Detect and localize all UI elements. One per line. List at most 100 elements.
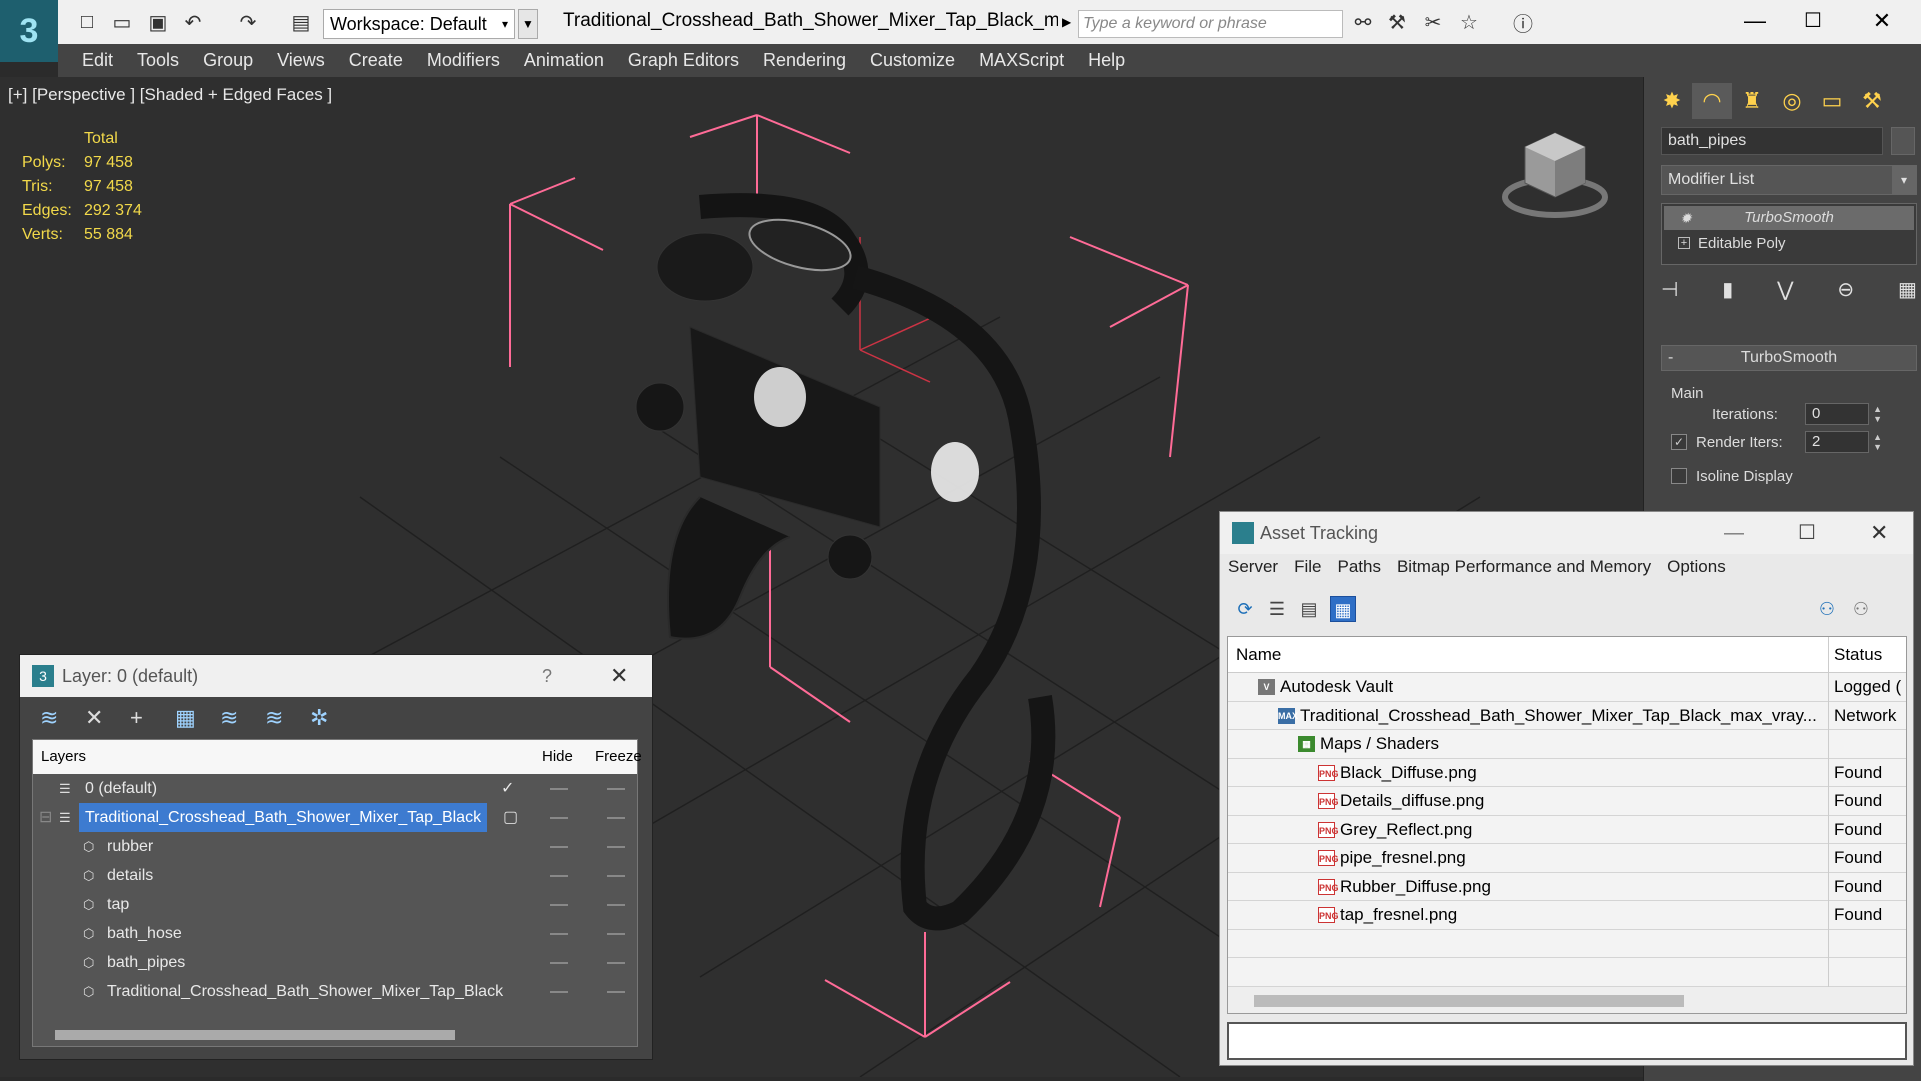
- menu-create[interactable]: Create: [349, 50, 403, 71]
- undo-icon[interactable]: ↶: [180, 10, 206, 34]
- display-tab-icon[interactable]: ▭: [1812, 83, 1852, 119]
- menu-file[interactable]: File: [1294, 557, 1321, 577]
- menu-paths[interactable]: Paths: [1337, 557, 1380, 577]
- viewcube-icon[interactable]: [1500, 125, 1610, 225]
- render-iters-checkbox[interactable]: ✓: [1671, 434, 1687, 450]
- horizontal-scrollbar[interactable]: [33, 1024, 637, 1046]
- freeze-toggle-icon[interactable]: [607, 904, 625, 906]
- asset-dialog-maximize-button[interactable]: ☐: [1798, 512, 1816, 554]
- freeze-toggle-icon[interactable]: [607, 817, 625, 819]
- freeze-toggle-icon[interactable]: [607, 962, 625, 964]
- window-close-button[interactable]: ✕: [1862, 4, 1902, 38]
- layer-row[interactable]: ☰ 0 (default) ✓: [33, 774, 637, 803]
- hierarchy-tab-icon[interactable]: ♜: [1732, 83, 1772, 119]
- expand-plus-icon[interactable]: +: [1678, 237, 1690, 249]
- asset-row[interactable]: V Autodesk Vault Logged (: [1228, 673, 1906, 702]
- vault-login-icon[interactable]: ⚇: [1814, 596, 1840, 622]
- redo-icon[interactable]: ↷: [235, 10, 261, 34]
- hide-toggle-icon[interactable]: [550, 788, 568, 790]
- object-color-swatch[interactable]: [1891, 127, 1915, 155]
- window-minimize-button[interactable]: —: [1735, 4, 1775, 38]
- active-layer-check-icon[interactable]: ✓: [501, 774, 514, 803]
- make-unique-icon[interactable]: ⋁: [1777, 277, 1793, 307]
- stack-item-turbosmooth[interactable]: ✹ TurboSmooth: [1664, 206, 1914, 230]
- freeze-all-layers-icon[interactable]: ✲: [310, 705, 355, 731]
- layer-row[interactable]: ⬡ bath_hose: [33, 919, 637, 948]
- isoline-display-checkbox[interactable]: [1671, 468, 1687, 484]
- iterations-spinner[interactable]: 0 ▲ ▼: [1805, 403, 1882, 425]
- spinner-arrows-icon[interactable]: ▲ ▼: [1873, 432, 1882, 452]
- modifier-list-dropdown[interactable]: Modifier List ▾: [1661, 165, 1917, 195]
- layer-row[interactable]: ⬡ details: [33, 861, 637, 890]
- turbosmooth-rollout-header[interactable]: - TurboSmooth: [1661, 345, 1917, 371]
- menu-modifiers[interactable]: Modifiers: [427, 50, 500, 71]
- menu-views[interactable]: Views: [277, 50, 325, 71]
- help-button[interactable]: ?: [542, 655, 552, 697]
- asset-dialog-title-bar[interactable]: Asset Tracking — ☐ ✕: [1220, 512, 1913, 554]
- layer-row[interactable]: ⊟ ☰ Traditional_Crosshead_Bath_Shower_Mixe…: [33, 803, 637, 832]
- asset-row[interactable]: PNG Details_diffuse.png Found: [1228, 787, 1906, 816]
- column-header-layers[interactable]: Layers: [41, 740, 86, 774]
- save-file-icon[interactable]: ▣: [145, 10, 171, 34]
- freeze-toggle-icon[interactable]: [607, 875, 625, 877]
- create-layer-icon[interactable]: ≋: [40, 705, 85, 731]
- layer-row[interactable]: ⬡ Traditional_Crosshead_Bath_Shower_Mixer…: [33, 977, 637, 1006]
- tools-icon[interactable]: ⚒: [1384, 10, 1410, 34]
- chevron-right-icon[interactable]: ▶: [1062, 10, 1074, 34]
- menu-edit[interactable]: Edit: [82, 50, 113, 71]
- menu-graph-editors[interactable]: Graph Editors: [628, 50, 739, 71]
- menu-help[interactable]: Help: [1088, 50, 1125, 71]
- window-maximize-button[interactable]: ☐: [1793, 4, 1833, 38]
- hide-toggle-icon[interactable]: [550, 875, 568, 877]
- freeze-toggle-icon[interactable]: [607, 933, 625, 935]
- help-icon[interactable]: ⓘ: [1510, 10, 1536, 36]
- asset-row[interactable]: PNG tap_fresnel.png Found: [1228, 901, 1906, 930]
- freeze-toggle-icon[interactable]: [607, 846, 625, 848]
- refresh-icon[interactable]: ⟳: [1232, 596, 1258, 622]
- hide-toggle-icon[interactable]: [550, 817, 568, 819]
- asset-row[interactable]: MAX Traditional_Crosshead_Bath_Shower_Mix…: [1228, 701, 1906, 730]
- asset-row[interactable]: PNG Black_Diffuse.png Found: [1228, 758, 1906, 787]
- menu-customize[interactable]: Customize: [870, 50, 955, 71]
- object-name-field[interactable]: bath_pipes: [1661, 127, 1883, 155]
- column-header-freeze[interactable]: Freeze: [595, 740, 642, 774]
- app-logo-icon[interactable]: 3: [0, 0, 58, 62]
- add-to-layer-icon[interactable]: +: [130, 705, 175, 731]
- layer-dialog-title-bar[interactable]: 3 Layer: 0 (default) ? ✕: [20, 655, 652, 697]
- spinner-arrows-icon[interactable]: ▲ ▼: [1873, 404, 1882, 424]
- delete-layer-icon[interactable]: ✕: [85, 705, 130, 731]
- hide-toggle-icon[interactable]: [550, 991, 568, 993]
- select-objects-icon[interactable]: ▦: [175, 705, 220, 731]
- render-iters-spinner[interactable]: 2 ▲ ▼: [1805, 431, 1882, 453]
- layer-row[interactable]: ⬡ bath_pipes: [33, 948, 637, 977]
- workspace-selector[interactable]: Workspace: Default ▾: [323, 9, 515, 39]
- vault-logout-icon[interactable]: ⚇: [1848, 596, 1874, 622]
- hide-toggle-icon[interactable]: [550, 846, 568, 848]
- freeze-toggle-icon[interactable]: [607, 788, 625, 790]
- table-view-icon[interactable]: ▦: [1330, 596, 1356, 622]
- asset-row[interactable]: PNG Grey_Reflect.png Found: [1228, 815, 1906, 844]
- highlight-layer-icon[interactable]: ≋: [220, 705, 265, 731]
- search-input[interactable]: Type a keyword or phrase: [1078, 10, 1343, 38]
- menu-rendering[interactable]: Rendering: [763, 50, 846, 71]
- show-end-result-icon[interactable]: ▮: [1722, 277, 1733, 307]
- list-view-icon[interactable]: ☰: [1264, 596, 1290, 622]
- horizontal-scrollbar[interactable]: [1228, 987, 1906, 1013]
- menu-animation[interactable]: Animation: [524, 50, 604, 71]
- asset-row[interactable]: PNG pipe_fresnel.png Found: [1228, 844, 1906, 873]
- menu-tools[interactable]: Tools: [137, 50, 179, 71]
- scrollbar-thumb[interactable]: [55, 1030, 455, 1040]
- configure-sets-icon[interactable]: ▦: [1898, 277, 1917, 307]
- binoculars-icon[interactable]: ⚯: [1350, 10, 1376, 34]
- column-header-status[interactable]: Status: [1834, 637, 1882, 673]
- modify-tab-icon[interactable]: ◠: [1692, 83, 1732, 119]
- viewport-label-menu[interactable]: [+] [Perspective ] [Shaded + Edged Faces…: [8, 85, 332, 105]
- asset-dialog-minimize-button[interactable]: —: [1724, 512, 1744, 554]
- menu-bitmap-performance[interactable]: Bitmap Performance and Memory: [1397, 557, 1651, 577]
- layer-row[interactable]: ⬡ rubber: [33, 832, 637, 861]
- hide-all-layers-icon[interactable]: ≋: [265, 705, 310, 731]
- open-file-icon[interactable]: ▭: [109, 10, 135, 34]
- project-folder-icon[interactable]: ▤: [288, 10, 314, 34]
- tree-view-icon[interactable]: ▤: [1296, 596, 1322, 622]
- collapse-minus-icon[interactable]: -: [1668, 346, 1673, 370]
